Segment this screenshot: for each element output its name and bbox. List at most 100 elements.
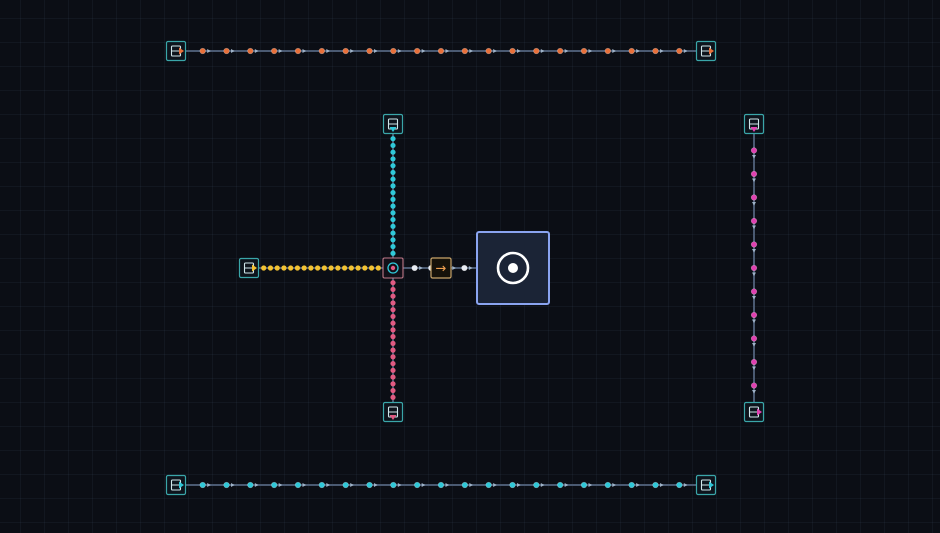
resource-item [199, 47, 206, 55]
belt-arrow-marker [397, 483, 402, 487]
arrow-right-icon: → [436, 262, 447, 277]
resource-item [750, 217, 758, 225]
resource-item [390, 307, 396, 313]
belt-arrow-marker [254, 49, 259, 53]
belt-arrow-marker [469, 483, 473, 487]
resource-item [390, 210, 396, 216]
resource-item [580, 481, 588, 489]
belt-arrow-marker [397, 49, 402, 53]
resource-item [390, 237, 396, 243]
resource-item [390, 196, 396, 202]
resource-item [604, 47, 611, 55]
node-source-right-top[interactable] [743, 113, 765, 135]
resource-item [390, 360, 396, 367]
resource-item [390, 374, 396, 380]
node-source-top-left[interactable] [165, 40, 187, 62]
resource-item [390, 340, 396, 346]
belt-arrow-marker [326, 483, 330, 487]
resource-item [247, 481, 254, 489]
resource-item [355, 265, 361, 271]
resource-item [557, 481, 564, 489]
belt-arrow-marker [302, 483, 307, 487]
belt-arrow-marker [683, 483, 688, 487]
resource-item [390, 176, 396, 182]
resource-item [652, 47, 659, 55]
resource-item [390, 142, 396, 149]
resource-item [294, 47, 302, 55]
resource-item [390, 320, 396, 326]
router-arrow[interactable]: → [430, 257, 452, 279]
node-sink-bottom-right[interactable] [695, 474, 717, 496]
resource-item [375, 265, 381, 271]
node-sink-right-bottom[interactable] [743, 401, 765, 423]
resource-item [509, 47, 516, 55]
belt-arrow-marker [659, 483, 664, 487]
resource-item [750, 382, 758, 389]
belt-arrow-marker [452, 266, 456, 270]
belt-arrow-marker [564, 49, 569, 53]
resource-item [533, 47, 540, 55]
resource-item [267, 265, 274, 271]
node-sink-center-bottom[interactable] [382, 401, 404, 423]
resource-item [509, 481, 516, 489]
belt-arrow-marker [564, 483, 569, 487]
belt-arrow-marker [302, 49, 307, 53]
belt-arrow-marker [752, 225, 756, 229]
belt-arrow-marker [636, 49, 640, 53]
resource-item [390, 223, 396, 229]
resource-item [390, 381, 396, 387]
resource-item [390, 354, 396, 360]
belt-arrow-marker [207, 49, 211, 53]
belt-arrow-marker [752, 319, 756, 324]
belt-arrow-marker [278, 49, 283, 53]
resource-item [390, 169, 396, 176]
belt-arrow-marker [419, 266, 423, 270]
belt-arrow-marker [516, 49, 521, 53]
junction-merge[interactable] [382, 257, 404, 279]
resource-item [366, 481, 373, 489]
belt-arrow-marker [278, 483, 283, 487]
belt-arrow-marker [421, 483, 426, 487]
resource-item [341, 265, 348, 271]
resource-item [390, 286, 396, 293]
resource-item [328, 265, 334, 271]
resource-item [461, 264, 468, 272]
resource-item [750, 241, 758, 248]
belt-arrow-marker [326, 49, 330, 53]
belt-arrow-marker [540, 49, 545, 53]
belt-arrow-marker [752, 272, 756, 276]
resource-item [335, 265, 341, 271]
resource-item [461, 47, 468, 55]
game-board[interactable]: → [0, 0, 940, 529]
belt-arrow-marker [469, 49, 473, 53]
node-source-bottom-left[interactable] [165, 474, 187, 496]
belt-arrow-marker [516, 483, 521, 487]
belt-arrow-marker [468, 266, 473, 270]
belt-arrow-marker [612, 483, 616, 487]
resource-item [362, 265, 368, 271]
resource-item [750, 147, 758, 154]
board-canvas[interactable]: → [0, 0, 940, 529]
belt-arrow-marker [752, 366, 756, 371]
core-target[interactable] [476, 231, 550, 305]
belt-arrow-marker [683, 49, 688, 53]
resource-item [390, 216, 396, 223]
resource-item [366, 47, 373, 55]
belt-arrow-marker [752, 201, 756, 206]
resource-item [750, 358, 758, 366]
belt-arrow-marker [752, 296, 756, 300]
node-sink-top-right[interactable] [695, 40, 717, 62]
belt-arrow-marker [350, 483, 354, 487]
belt-arrow-marker [752, 248, 756, 253]
resource-item [390, 243, 396, 250]
resource-item [390, 230, 396, 236]
belt-arrow-marker [254, 483, 259, 487]
node-source-center-left[interactable] [238, 257, 260, 279]
resource-item [628, 481, 635, 489]
resource-item [485, 47, 492, 55]
resource-item [750, 264, 758, 272]
resource-item [318, 47, 325, 55]
resource-item [414, 481, 421, 489]
resource-item [274, 265, 280, 271]
node-source-center-top[interactable] [382, 113, 404, 135]
